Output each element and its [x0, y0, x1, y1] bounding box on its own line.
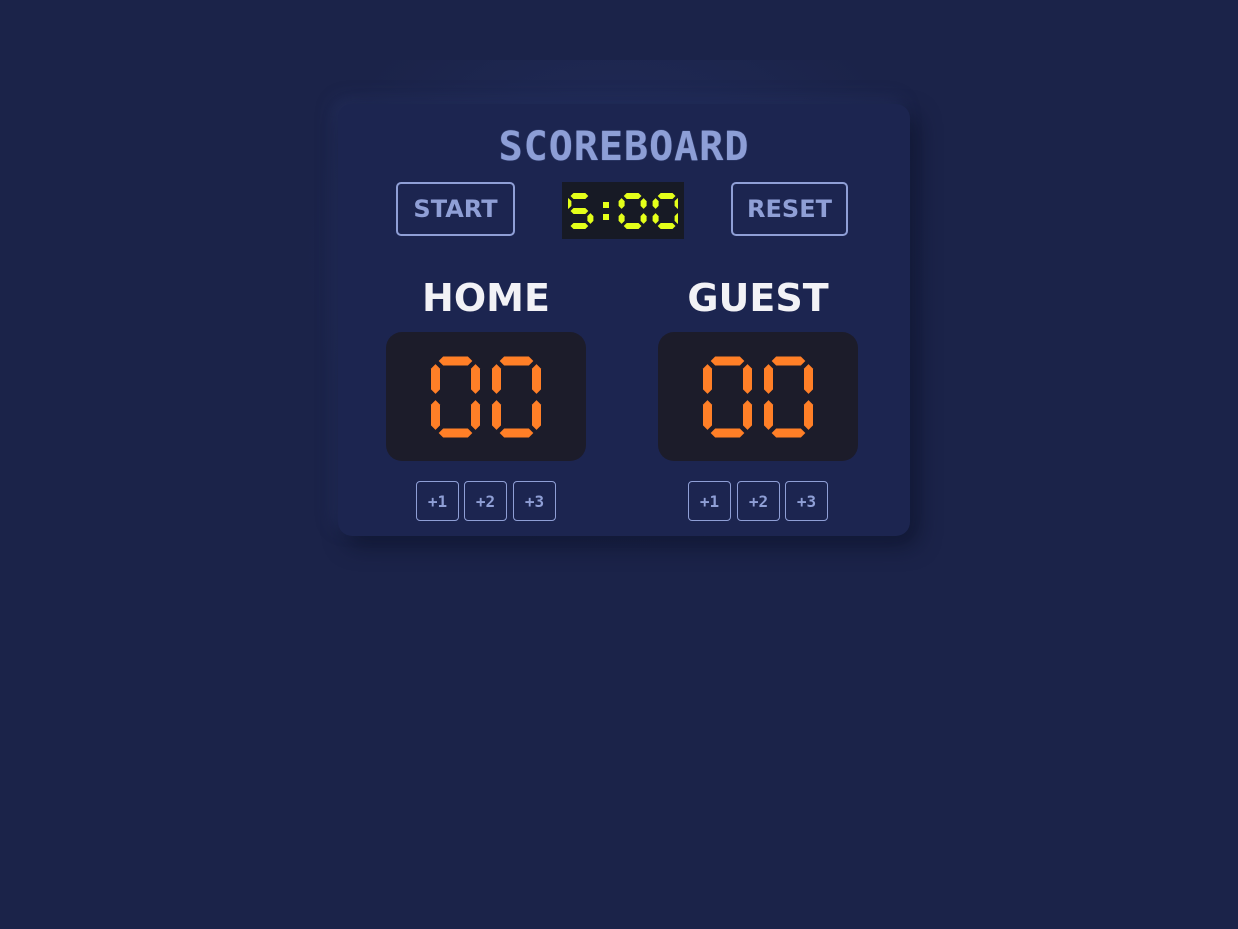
guest-score-digit-0-segment-b: [743, 363, 752, 394]
guest-score-digit-0-segment-e: [703, 399, 712, 430]
guest-score-digit-1-segment-f: [764, 363, 773, 394]
home-score-digit-1-segment-e: [492, 399, 501, 430]
home-add-2-button[interactable]: +2: [464, 481, 507, 521]
guest-add-1-button[interactable]: +1: [688, 481, 731, 521]
guest-team-name: GUEST: [687, 276, 829, 320]
scoreboard-title: SCOREBOARD: [498, 124, 750, 170]
timer-digit-2-segment-a: [623, 192, 642, 199]
guest-score-digit-1-segment-d: [771, 428, 806, 437]
guest-score-digit-1-segment-a: [771, 356, 806, 365]
guest-score-digit-1-segment-b: [804, 363, 813, 394]
home-score-digit-1-segment-a: [499, 356, 534, 365]
guest-score-display: 00: [658, 332, 858, 461]
timer-digit-0-segment-d: [570, 222, 589, 229]
home-score-digit-1-segment-c: [532, 399, 541, 430]
home-score-display: 00: [386, 332, 586, 461]
timer-digit-2-segment-b: [640, 197, 647, 209]
timer-digits: [568, 192, 678, 229]
timer-digit-2-segment-c: [640, 212, 647, 224]
guest-score-digit-1-segment-c: [804, 399, 813, 430]
home-team-name: HOME: [422, 276, 550, 320]
home-score-digit-1-segment-d: [499, 428, 534, 437]
timer-digit-3-segment-a: [657, 192, 676, 199]
timer-digit-0-segment-g: [570, 207, 589, 214]
guest-score-digits: [703, 356, 813, 437]
timer-digit-2-segment-f: [618, 197, 625, 209]
timer-digit-3-segment-f: [652, 197, 659, 209]
timer-colon-dot: [603, 201, 609, 208]
timer-digit-3-segment-d: [657, 222, 676, 229]
timer-digit-3-segment-b: [674, 197, 678, 209]
page: SCOREBOARD START 5:00 RESET HOME GUEST 0…: [0, 0, 1238, 929]
reset-button-label: RESET: [747, 195, 832, 223]
home-score-digits: [431, 356, 541, 437]
guest-add-3-button[interactable]: +3: [785, 481, 828, 521]
guest-score-digit-0-segment-c: [743, 399, 752, 430]
timer-colon-dot: [603, 213, 609, 220]
home-score-digit-0-segment-b: [471, 363, 480, 394]
start-button-label: START: [413, 195, 498, 223]
guest-score-digit-1-segment-e: [764, 399, 773, 430]
start-button[interactable]: START: [396, 182, 515, 236]
home-score-digit-0-segment-d: [438, 428, 473, 437]
guest-score-digit-0-segment-d: [710, 428, 745, 437]
timer-digit-0-segment-c: [587, 212, 594, 224]
guest-score-digit-0-segment-a: [710, 356, 745, 365]
home-score-digit-0-segment-c: [471, 399, 480, 430]
home-score-digit-0-segment-f: [431, 363, 440, 394]
home-score-digit-0-segment-e: [431, 399, 440, 430]
timer-digit-0-segment-a: [570, 192, 589, 199]
home-score-digit-0-segment-a: [438, 356, 473, 365]
home-add-3-button[interactable]: +3: [513, 481, 556, 521]
timer-digit-2-segment-d: [623, 222, 642, 229]
timer-digit-2-segment-e: [618, 212, 625, 224]
home-add-1-button[interactable]: +1: [416, 481, 459, 521]
home-score-digit-1-segment-f: [492, 363, 501, 394]
timer-display: 5:00: [562, 182, 684, 239]
scoreboard-panel: SCOREBOARD START 5:00 RESET HOME GUEST 0…: [338, 104, 910, 536]
guest-score-digit-0-segment-f: [703, 363, 712, 394]
timer-digit-3-segment-c: [674, 212, 678, 224]
guest-add-2-button[interactable]: +2: [737, 481, 780, 521]
timer-digit-0-segment-f: [568, 197, 572, 209]
home-score-digit-1-segment-b: [532, 363, 541, 394]
timer-digit-3-segment-e: [652, 212, 659, 224]
reset-button[interactable]: RESET: [731, 182, 848, 236]
